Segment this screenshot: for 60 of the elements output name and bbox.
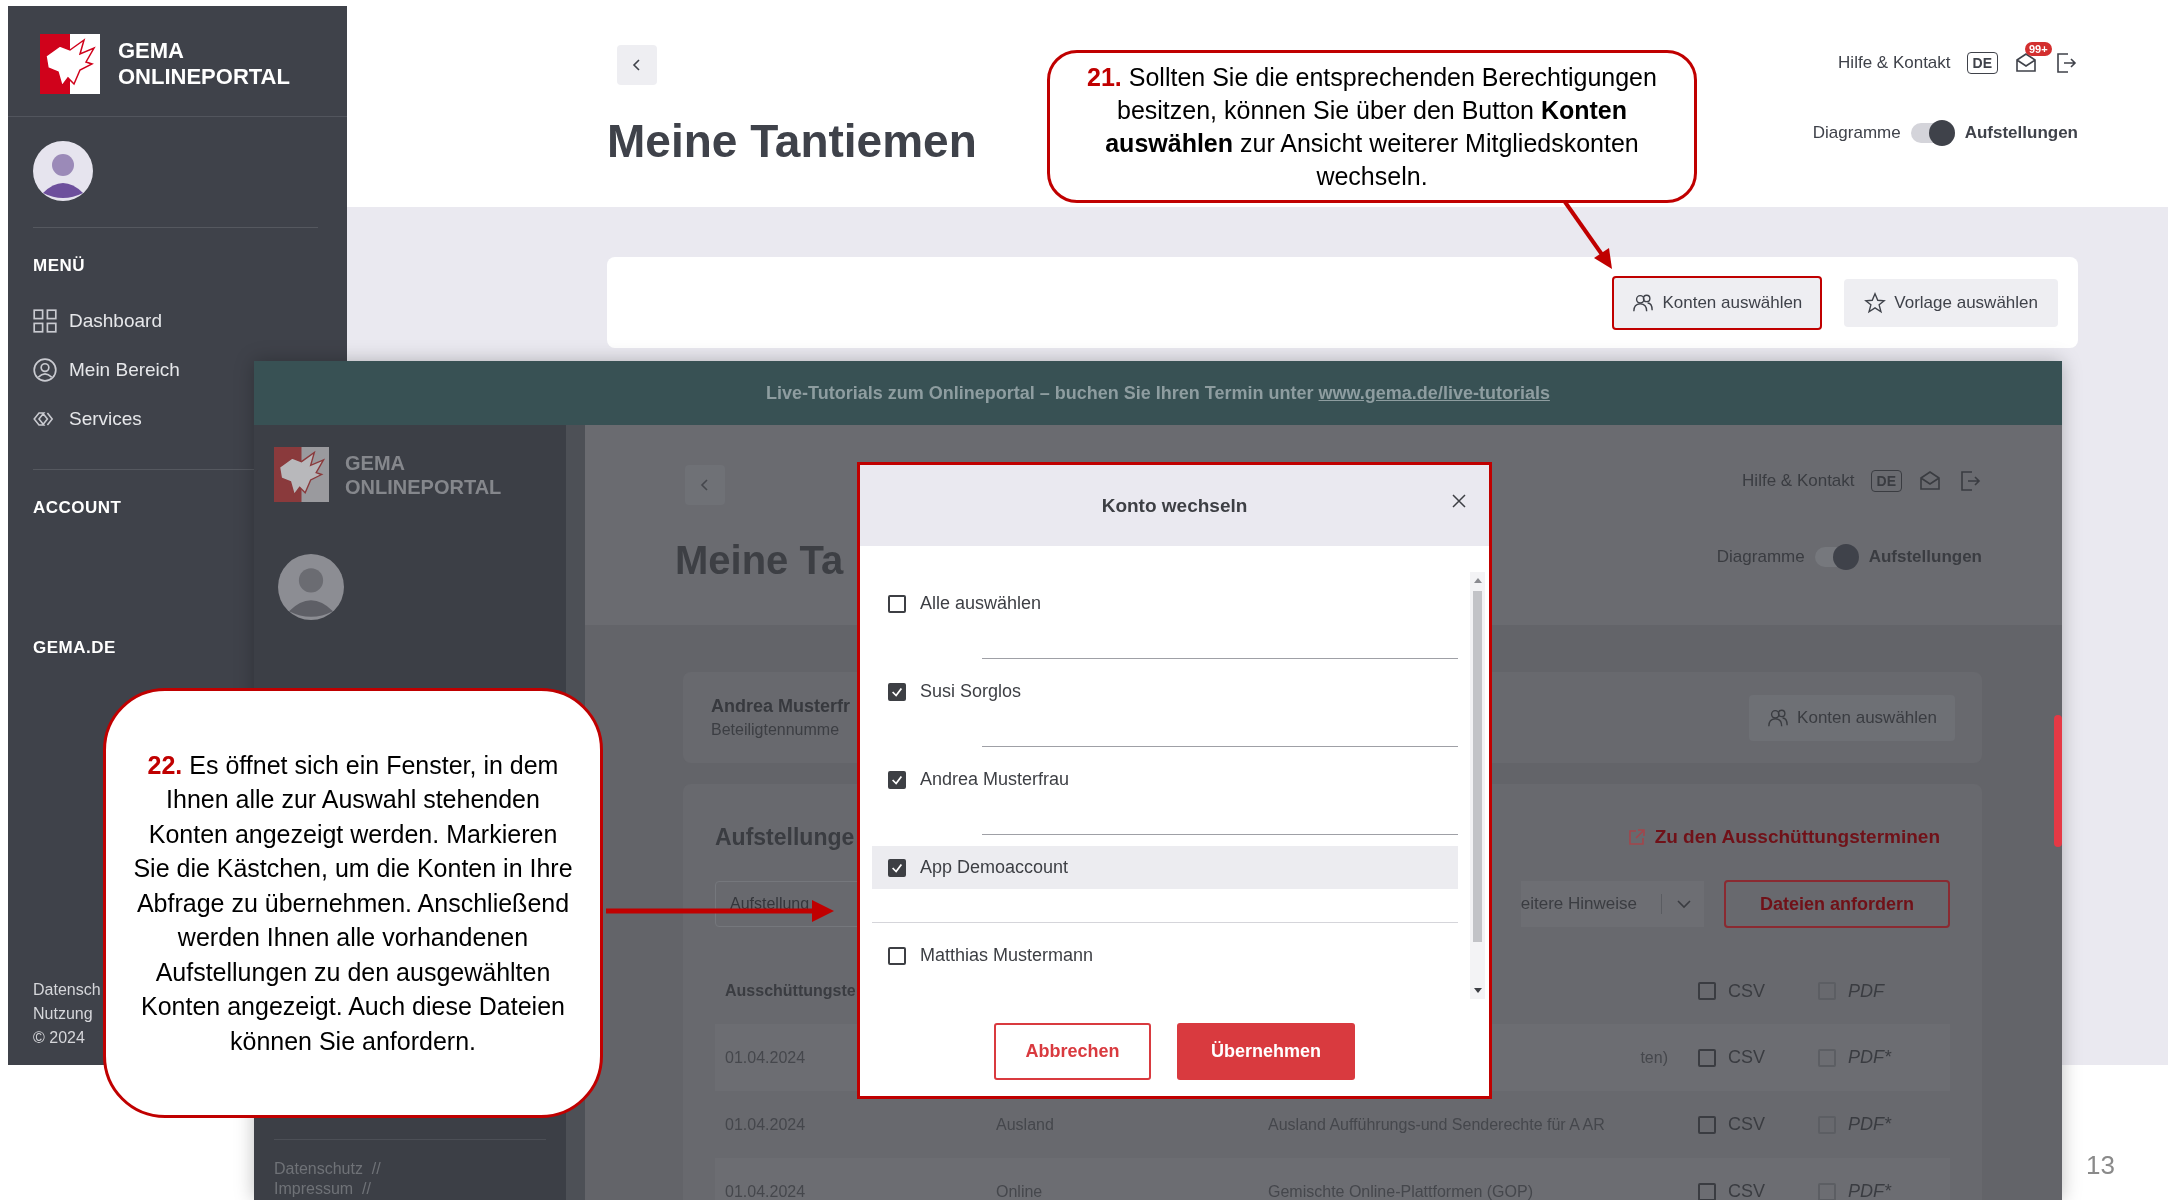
external-link-icon [1626, 827, 1647, 847]
confirm-button[interactable]: Übernehmen [1177, 1023, 1355, 1080]
checkbox[interactable] [1698, 1182, 1716, 1200]
triangle-up-icon[interactable] [1473, 578, 1482, 583]
sidebar-item[interactable]: Dashboard [33, 296, 162, 345]
dialog-title: Konto wechseln [1101, 494, 1248, 517]
logo-text: GEMA [345, 450, 406, 475]
toolbar-button[interactable]: Konten auswählen [1612, 275, 1823, 330]
sidebar-item[interactable]: Services [33, 394, 142, 443]
star-icon [1864, 291, 1887, 314]
menu-heading: MENÜ [33, 256, 86, 276]
triangle-down-icon[interactable] [1473, 988, 1482, 993]
toolbar-button[interactable]: Vorlage auswählen [1844, 278, 2058, 327]
page-title: Meine Tantiemen [607, 115, 977, 167]
checkbox[interactable] [1698, 1048, 1716, 1067]
grid-icon [33, 308, 57, 333]
language-button[interactable]: DE [1966, 52, 1998, 74]
banner-text: Live-Tutorials zum Onlineportal – buchen Sie Ihren Termin unter www.gema.de/live-tutorials [766, 382, 1550, 404]
footer-link[interactable]: Nutzung [33, 1005, 93, 1023]
account-option[interactable]: Alle auswählen [872, 582, 1458, 625]
account-option[interactable]: Andrea Musterfrau [872, 758, 1458, 801]
account-option[interactable]: Susi Sorglos [872, 670, 1458, 713]
logo-text: GEMA [118, 38, 185, 64]
toggle-switch[interactable] [1814, 547, 1859, 567]
logo-icon [40, 34, 100, 94]
avatar-icon [278, 554, 344, 620]
cancel-button[interactable]: Abbrechen [994, 1023, 1151, 1080]
avatar-icon [33, 141, 93, 201]
account-option[interactable]: Matthias Mustermann [872, 934, 1458, 977]
toggle-label: Aufstellungen [1964, 123, 2078, 143]
logo-icon [274, 447, 329, 502]
scrollbar[interactable] [1470, 572, 1485, 999]
sidebar-item[interactable]: Mein Bereich [33, 345, 180, 394]
account-option[interactable]: App Demoaccount [872, 846, 1458, 889]
notification-badge: 99+ [2025, 42, 2052, 56]
scrollbar-thumb[interactable] [2054, 715, 2062, 847]
callout-text: 21. Sollten Sie die entsprechenden Berechtigungen besitzen, können Sie über den Button Konten auswählen zur Ansicht weiterer Mitgliedskonten wechseln. [1086, 61, 1658, 192]
mail-icon[interactable] [2014, 51, 2038, 75]
toggle-label: Diagramme [1812, 123, 1901, 143]
user-icon [33, 357, 57, 382]
checkbox[interactable] [888, 594, 906, 613]
checkbox[interactable] [888, 682, 906, 701]
checkbox[interactable] [888, 858, 906, 877]
logo-text: ONLINEPORTAL [118, 64, 290, 90]
page-number: 13 [2086, 1150, 2115, 1181]
checkbox[interactable] [1698, 1115, 1716, 1134]
section-heading[interactable]: GEMA.DE [33, 638, 116, 658]
footer-link[interactable]: Datensch [33, 981, 101, 999]
chevron-down-icon [1661, 894, 1694, 914]
help-link[interactable]: Hilfe & Kontakt [1838, 53, 1951, 73]
footer-link[interactable]: © 2024 [33, 1029, 85, 1047]
toggle-switch[interactable] [1910, 123, 1955, 143]
close-icon[interactable] [1451, 493, 1467, 509]
checkbox[interactable] [888, 770, 906, 789]
section-heading[interactable]: ACCOUNT [33, 498, 122, 518]
callout-text: 22. Es öffnet sich ein Fenster, in dem Ihnen alle zur Auswahl stehenden Konten angezeigt werden. Markieren Sie die Kästchen, um die Konten in Ihre Abfrage zu übernehmen. Anschließend werden Ihnen alle vorhandenen Aufstellungen zu den ausgewählten Konten angezeigt. Auch diese Dateien können Sie anfordern. [132, 749, 574, 1057]
logout-icon[interactable] [2054, 51, 2078, 75]
logo-text: ONLINEPORTAL [345, 474, 502, 499]
checkbox[interactable] [888, 946, 906, 965]
checkbox[interactable] [1698, 982, 1716, 1000]
